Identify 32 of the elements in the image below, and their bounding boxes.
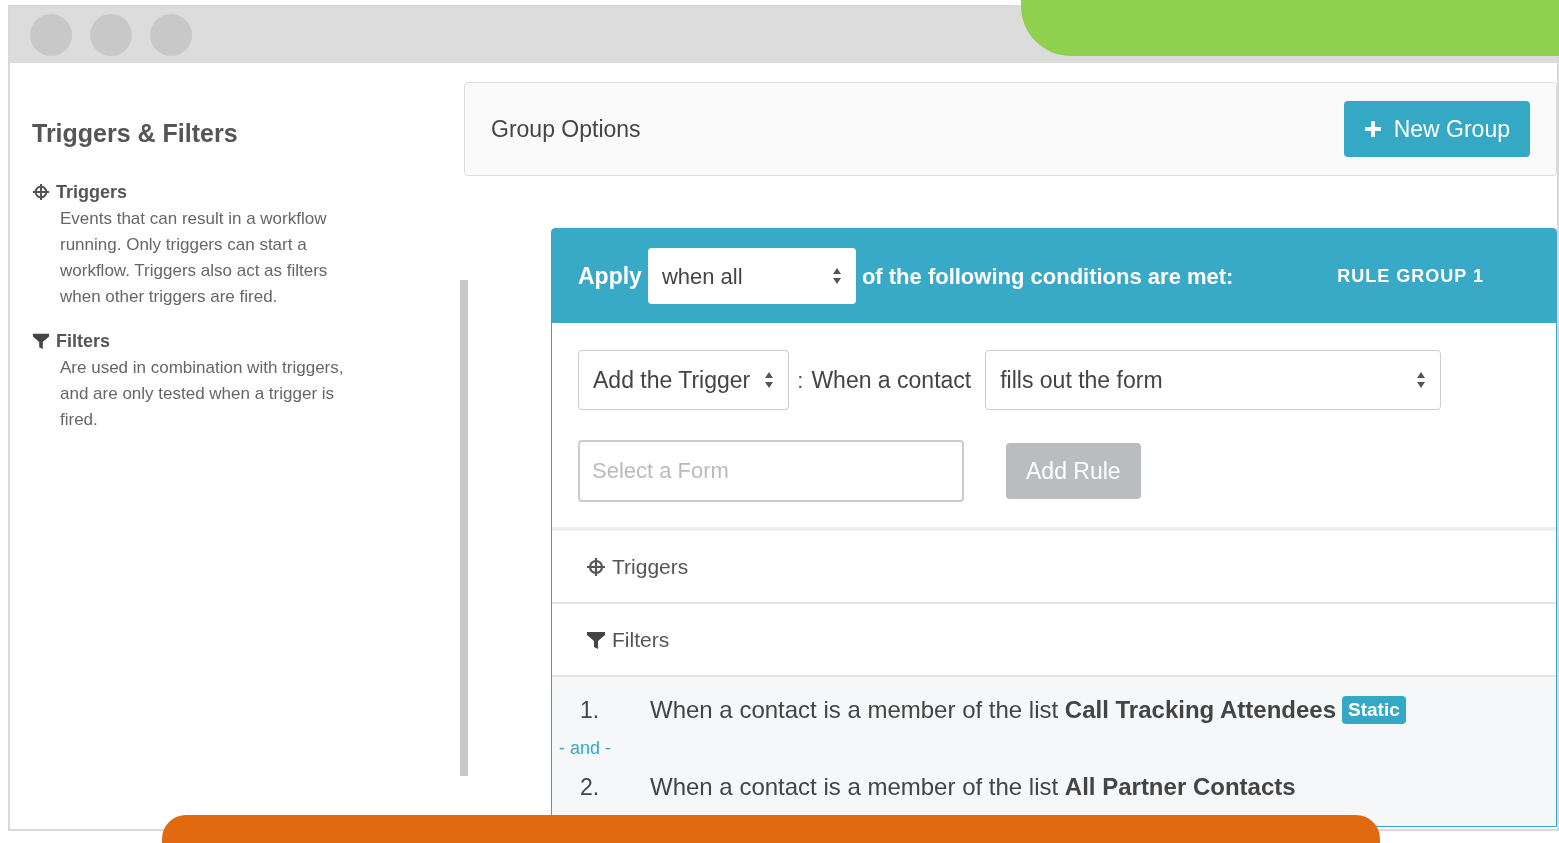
section-description: Events that can result in a workflow running. Only triggers can start a workflow. Triggers also act as filters when other triggers are fired. xyxy=(60,207,329,308)
subject-label: When a contact xyxy=(811,365,972,395)
filter-icon xyxy=(586,629,606,650)
form-field[interactable]: Select a Form xyxy=(578,440,964,502)
section-label: Triggers xyxy=(612,553,689,580)
filter-icon xyxy=(32,332,50,350)
up-down-arrows-icon xyxy=(831,267,842,285)
sidebar-title: Triggers & Filters xyxy=(32,118,239,149)
apply-label: Apply xyxy=(578,261,642,291)
crosshair-icon xyxy=(586,556,606,577)
static-badge: Static xyxy=(1342,695,1406,725)
scrollbar[interactable] xyxy=(460,280,468,776)
action-select[interactable]: fills out the form xyxy=(985,350,1442,410)
plus-icon xyxy=(1363,120,1382,138)
crosshair-icon xyxy=(32,183,50,201)
panel-title: Group Options xyxy=(491,114,641,144)
match-select[interactable]: when all xyxy=(647,248,856,304)
filter-number: 2. xyxy=(579,772,601,802)
rule-type-select[interactable]: Add the Trigger xyxy=(578,350,790,410)
up-down-arrows-icon xyxy=(1416,371,1427,389)
conditions-text: of the following conditions are met: xyxy=(861,262,1234,291)
up-down-arrows-icon xyxy=(764,371,775,389)
section-heading: Filters xyxy=(56,329,111,353)
section-label: Filters xyxy=(612,626,670,653)
separator-colon: : xyxy=(797,366,804,395)
filter-rule-text: When a contact is a member of the list All Partner Contacts xyxy=(650,772,1296,802)
filter-number: 1. xyxy=(579,695,601,725)
section-description: Are used in combination with triggers, and are only tested when a trigger is fired. xyxy=(60,356,345,431)
filter-rule-text: When a contact is a member of the list Call Tracking Attendees xyxy=(650,695,1337,725)
rule-group-label: RULE GROUP 1 xyxy=(1337,264,1484,288)
and-joiner: - and - xyxy=(559,737,612,760)
section-heading: Triggers xyxy=(56,180,128,204)
